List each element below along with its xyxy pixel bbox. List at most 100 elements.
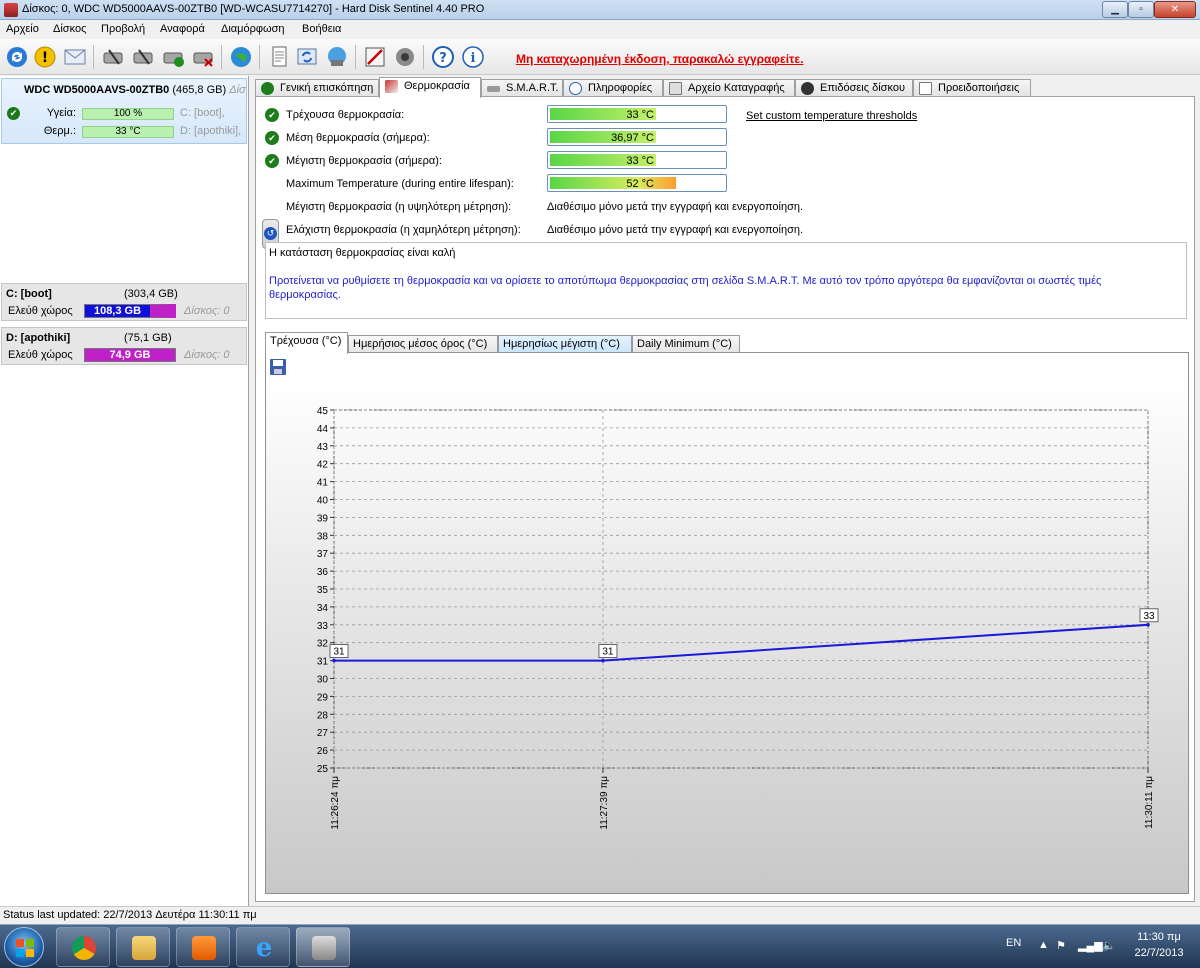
clock-date[interactable]: 22/7/2013 — [1130, 947, 1188, 959]
taskbar-file-explorer[interactable] — [116, 927, 170, 967]
chart-tab-daily-average[interactable]: Ημερήσιος μέσος όρος (°C) — [348, 335, 498, 353]
y-tick-label: 31 — [317, 657, 329, 668]
y-tick-label: 38 — [317, 531, 329, 542]
max-measured-note: Διαθέσιμο μόνο μετά την εγγραφή και ενερ… — [547, 201, 804, 213]
info-icon[interactable]: i — [460, 44, 486, 70]
temperature-tab-panel: ✔ Τρέχουσα θερμοκρασία: 33 °C Set custom… — [255, 96, 1195, 902]
tab-label: Πληροφορίες — [588, 82, 653, 94]
internet-explorer-icon: e — [255, 933, 273, 963]
speaker-icon[interactable] — [392, 44, 418, 70]
smart-icon — [487, 86, 500, 92]
show-hidden-icons-icon[interactable]: ▲ — [1038, 939, 1049, 951]
min-measured-row: Ελάχιστη θερμοκρασία (η χαμηλότερη μέτρη… — [256, 220, 1196, 240]
disk-test-icon[interactable] — [130, 44, 156, 70]
alerts-icon — [919, 82, 932, 95]
data-point — [332, 658, 336, 663]
svg-text:!: ! — [42, 50, 48, 66]
temperature-label: Maximum Temperature (during entire lifes… — [286, 178, 514, 190]
temperature-chart-svg: 25 26 27 28 29 30 31 32 33 34 35 36 37 38 39 40 41 42 43 44… — [266, 378, 1188, 893]
menu-report[interactable]: Αναφορά — [160, 23, 205, 35]
menu-file[interactable]: Αρχείο — [6, 23, 39, 35]
disk-card[interactable]: WDC WD5000AAVS-00ZTB0 (465,8 GB) Δίσ ✔ Υ… — [1, 78, 247, 144]
custom-thresholds-link[interactable]: Set custom temperature thresholds — [746, 110, 917, 122]
monitor-icon[interactable] — [324, 44, 350, 70]
temperature-bar: 33 °C — [547, 105, 727, 123]
window-title: Δίσκος: 0, WDC WD5000AAVS-00ZTB0 [WD-WCA… — [22, 3, 485, 15]
action-center-flag-icon[interactable]: ⚑ — [1056, 939, 1066, 952]
free-space-bar: 108,3 GB — [84, 304, 176, 318]
menu-help[interactable]: Βοήθεια — [302, 23, 341, 35]
y-tick-label: 27 — [317, 728, 329, 739]
data-label: 31 — [333, 647, 345, 658]
min-measured-label: Ελάχιστη θερμοκρασία (η χαμηλότερη μέτρη… — [286, 224, 521, 236]
save-icon[interactable] — [269, 358, 287, 376]
disk-ok-icon[interactable] — [160, 44, 186, 70]
disk-size: (465,8 GB) — [172, 84, 227, 96]
svg-text:i: i — [471, 51, 476, 66]
tab-information[interactable]: Πληροφορίες — [563, 79, 663, 97]
data-label: 31 — [602, 647, 614, 658]
thermometer-icon — [385, 80, 398, 93]
y-tick-label: 42 — [317, 460, 329, 471]
tab-smart[interactable]: S.M.A.R.T. — [481, 79, 563, 97]
minimize-button[interactable]: ▁ — [1102, 1, 1128, 18]
network-signal-icon[interactable]: ▂▄▆ — [1078, 939, 1103, 952]
taskbar-chrome[interactable] — [56, 927, 110, 967]
temperature-status: Η κατάσταση θερμοκρασίας είναι καλή — [269, 247, 456, 259]
menu-disk[interactable]: Δίσκος — [53, 23, 86, 35]
warning-icon[interactable]: ! — [32, 44, 58, 70]
close-button[interactable]: ✕ — [1154, 1, 1196, 18]
partition-disk: Δίσκος: 0 — [184, 349, 230, 361]
taskbar-media-player[interactable] — [176, 927, 230, 967]
help-icon[interactable]: ? — [430, 44, 456, 70]
temperature-value: 33 °C — [626, 155, 654, 167]
tab-performance[interactable]: Επιδόσεις δίσκου — [795, 79, 913, 97]
clock-time[interactable]: 11:30 πμ — [1130, 931, 1188, 943]
max-measured-label: Μέγιστη θερμοκρασία (η υψηλότερη μέτρηση… — [286, 201, 512, 213]
hard-disk-sentinel-icon — [312, 936, 336, 960]
temperature-label: Θερμ.: — [43, 125, 76, 137]
partition-card-d[interactable]: D: [apothiki] (75,1 GB) Ελεύθ χώρος 74,9… — [1, 327, 247, 365]
disk-test-icon[interactable] — [100, 44, 126, 70]
temperature-label: Τρέχουσα θερμοκρασία: — [286, 109, 405, 121]
tab-log[interactable]: Αρχείο Καταγραφής — [663, 79, 795, 97]
taskbar-hard-disk-sentinel[interactable] — [296, 927, 350, 967]
start-button[interactable] — [4, 927, 44, 967]
partition-disk: Δίσκος: 0 — [184, 305, 230, 317]
sync-icon[interactable] — [294, 44, 320, 70]
language-indicator[interactable]: EN — [1006, 937, 1021, 949]
y-tick-label: 36 — [317, 567, 329, 578]
free-space-bar: 74,9 GB — [84, 348, 176, 362]
menu-view[interactable]: Προβολή — [101, 23, 145, 35]
partition-name: D: [apothiki] — [6, 332, 71, 344]
tab-label: Επιδόσεις δίσκου — [820, 82, 905, 94]
registration-link[interactable]: Μη καταχωρημένη έκδοση, παρακαλώ εγγραφε… — [516, 52, 803, 66]
log-icon — [669, 82, 682, 95]
partition-card-c[interactable]: C: [boot] (303,4 GB) Ελεύθ χώρος 108,3 G… — [1, 283, 247, 321]
taskbar: e EN ▲ ⚑ ▂▄▆ 🔈 11:30 πμ 22/7/2013 — [0, 924, 1200, 968]
temperature-advice: Προτείνεται να ρυθμίσετε τη θερμοκρασία … — [269, 275, 1102, 301]
chart-tab-daily-minimum[interactable]: Daily Minimum (°C) — [632, 335, 740, 353]
y-tick-label: 37 — [317, 549, 329, 560]
volume-icon[interactable]: 🔈 — [1102, 939, 1116, 952]
tab-label: Αρχείο Καταγραφής — [688, 82, 785, 94]
max-today-temperature-row: ✔ Μέγιστη θερμοκρασία (σήμερα): 33 °C — [256, 151, 1196, 171]
disk-delete-icon[interactable] — [190, 44, 216, 70]
tab-temperature[interactable]: Θερμοκρασία — [379, 77, 481, 98]
config-icon[interactable] — [362, 44, 388, 70]
report-icon[interactable] — [266, 44, 292, 70]
y-tick-label: 43 — [317, 442, 329, 453]
toolbar: ! ? i Μη καταχωρημένη έκδοση, παρακαλώ ε… — [0, 39, 1200, 75]
mail-icon[interactable] — [62, 44, 88, 70]
taskbar-internet-explorer[interactable]: e — [236, 927, 290, 967]
refresh-icon[interactable] — [4, 44, 30, 70]
chart-tab-current[interactable]: Τρέχουσα (°C) — [265, 332, 348, 354]
maximize-button[interactable]: ▫ — [1128, 1, 1154, 18]
menu-configuration[interactable]: Διαμόρφωση — [221, 23, 285, 35]
y-tick-label: 35 — [317, 585, 329, 596]
media-player-icon — [192, 936, 216, 960]
chart-tab-daily-maximum[interactable]: Ημερησίως μέγιστη (°C) — [498, 335, 632, 353]
tab-alerts[interactable]: Προειδοποιήσεις — [913, 79, 1031, 97]
globe-icon[interactable] — [228, 44, 254, 70]
tab-overview[interactable]: Γενική επισκόπηση — [255, 79, 379, 97]
